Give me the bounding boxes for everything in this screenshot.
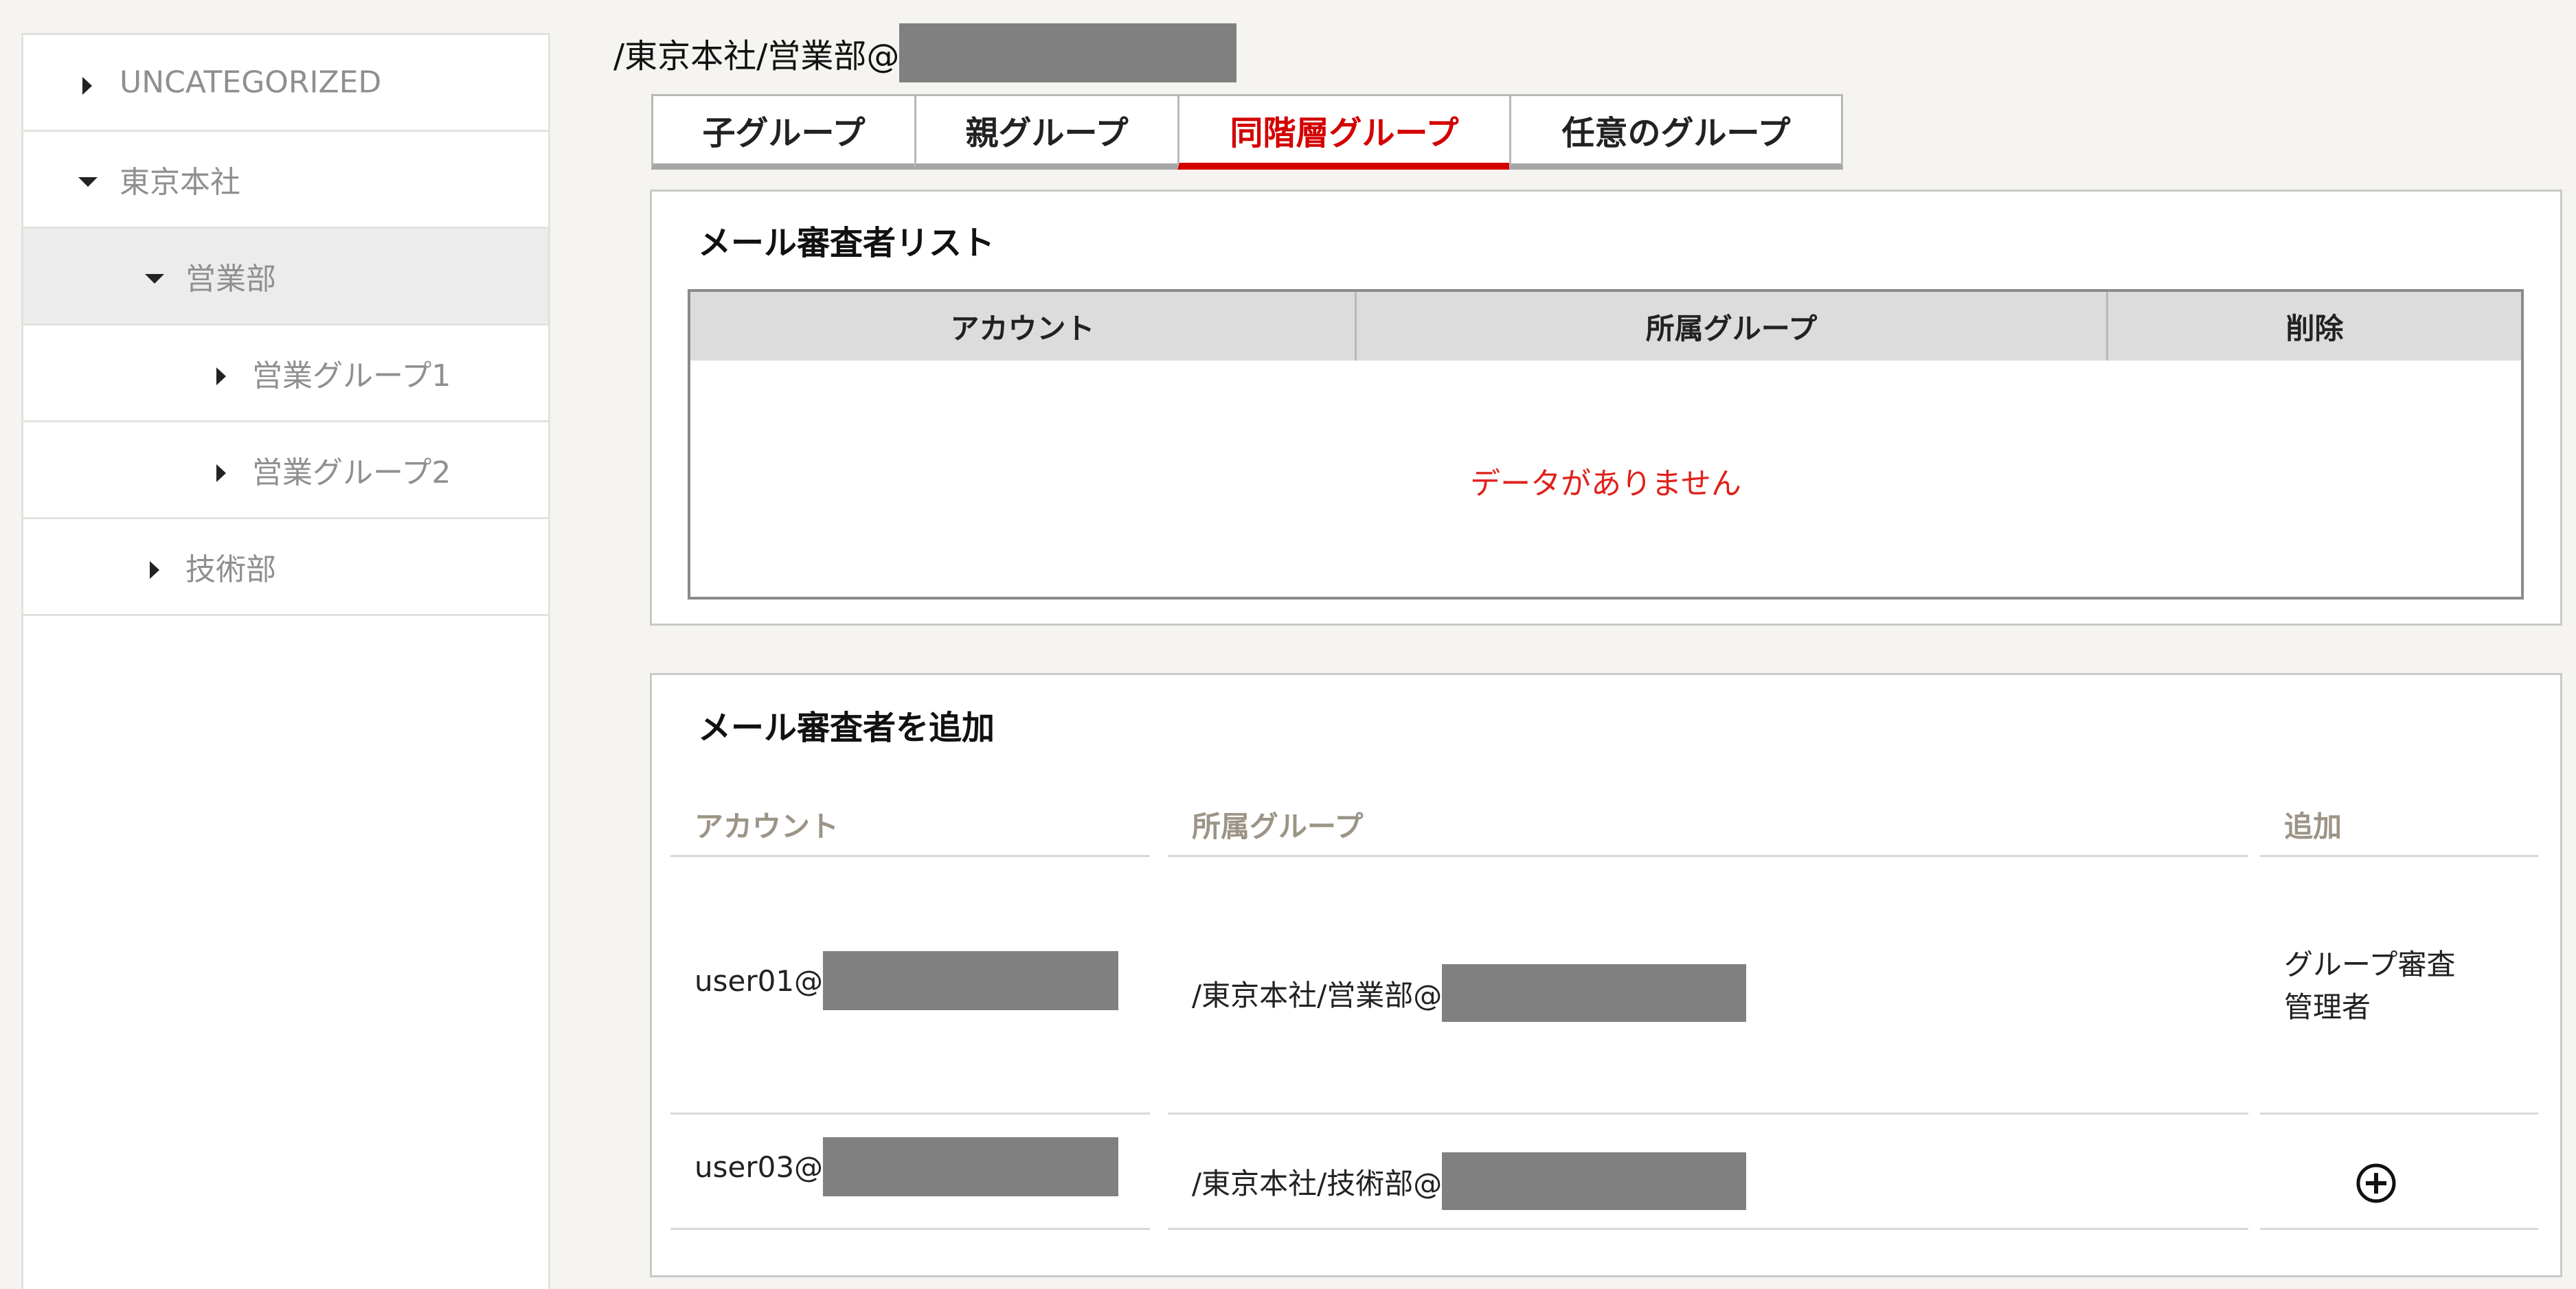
tree-item-label: 営業グループ2 (252, 455, 451, 490)
account-text: user03@ (694, 1150, 824, 1184)
tree-item-label: UNCATEGORIZED (120, 65, 382, 100)
header-divider (2260, 855, 2538, 857)
caret-down-icon[interactable] (78, 177, 98, 187)
tab-same-level-group[interactable]: 同階層グループ (1177, 94, 1511, 170)
group-cell: /東京本社/営業部@ (1192, 964, 1747, 1022)
redacted-domain (899, 23, 1237, 82)
tree-item-label: 営業部 (185, 262, 276, 297)
breadcrumb-path: /東京本社/営業部@ (613, 37, 900, 76)
account-cell: user01@ (694, 951, 1119, 1010)
table-header: アカウント 所属グループ 削除 (690, 292, 2521, 361)
tree-item-gijutsubu[interactable]: 技術部 (23, 519, 548, 616)
role-line: 管理者 (2284, 990, 2371, 1024)
row-divider (1168, 1113, 2248, 1115)
tab-label: 任意のグループ (1561, 114, 1791, 152)
tab-label: 子グループ (702, 114, 866, 152)
breadcrumb: /東京本社/営業部@ (613, 23, 1237, 82)
tree-item-eigyobu[interactable]: 営業部 (23, 229, 548, 326)
tree-item-eigyo-group-2[interactable]: 営業グループ2 (23, 422, 548, 519)
redacted-domain (1442, 964, 1747, 1022)
column-header-account: アカウント (690, 292, 1357, 361)
tab-label: 同階層グループ (1230, 113, 1459, 152)
role-status: グループ審査 管理者 (2284, 944, 2455, 1029)
group-cell: /東京本社/技術部@ (1192, 1152, 1747, 1210)
column-header-add: 追加 (2284, 810, 2342, 843)
add-reviewer-title: メール審査者を追加 (698, 709, 995, 747)
plus-circle-icon[interactable] (2355, 1163, 2397, 1204)
row-divider (2260, 1113, 2538, 1115)
row-divider (2260, 1228, 2538, 1230)
column-header-delete: 削除 (2285, 311, 2344, 345)
tree-item-label: 東京本社 (120, 165, 240, 200)
tree-item-uncategorized[interactable]: UNCATEGORIZED (23, 35, 548, 132)
account-cell: user03@ (694, 1137, 1119, 1196)
group-text: /東京本社/営業部@ (1192, 978, 1443, 1012)
column-header-group: 所属グループ (1357, 292, 2108, 361)
caret-right-icon[interactable] (150, 561, 159, 579)
tab-child-group[interactable]: 子グループ (651, 94, 916, 170)
tab-label: 親グループ (965, 114, 1129, 152)
reviewer-list-table: アカウント 所属グループ 削除 データがありません (688, 289, 2524, 600)
redacted-domain (1442, 1152, 1747, 1210)
empty-message: データがありません (1470, 466, 1741, 501)
redacted-domain (823, 1137, 1119, 1196)
column-header-account: アカウント (694, 810, 839, 843)
caret-right-icon[interactable] (216, 464, 226, 482)
row-divider (670, 1228, 1150, 1230)
redacted-domain (823, 951, 1119, 1010)
tree-item-label: 技術部 (185, 552, 276, 587)
caret-right-icon[interactable] (82, 77, 92, 95)
caret-down-icon[interactable] (145, 274, 164, 284)
row-divider (670, 1113, 1150, 1115)
header-divider (670, 855, 1150, 857)
reviewer-list-title: メール審査者リスト (698, 224, 995, 262)
group-text: /東京本社/技術部@ (1192, 1166, 1443, 1200)
tree-item-label: 営業グループ1 (252, 358, 451, 393)
row-divider (1168, 1228, 2248, 1230)
caret-right-icon[interactable] (216, 367, 226, 385)
header-divider (1168, 855, 2248, 857)
role-line: グループ審査 (2284, 948, 2456, 981)
group-tabs: 子グループ 親グループ 同階層グループ 任意のグループ (651, 94, 1843, 170)
account-text: user01@ (694, 963, 824, 998)
column-header-group: 所属グループ (1192, 810, 1364, 843)
tree-item-eigyo-group-1[interactable]: 営業グループ1 (23, 326, 548, 422)
tab-any-group[interactable]: 任意のグループ (1509, 94, 1843, 170)
group-tree-sidebar: UNCATEGORIZED 東京本社 営業部 営業グループ1 営業グループ2 技… (21, 33, 550, 1289)
tab-parent-group[interactable]: 親グループ (914, 94, 1179, 170)
tree-item-tokyo-honsha[interactable]: 東京本社 (23, 132, 548, 229)
